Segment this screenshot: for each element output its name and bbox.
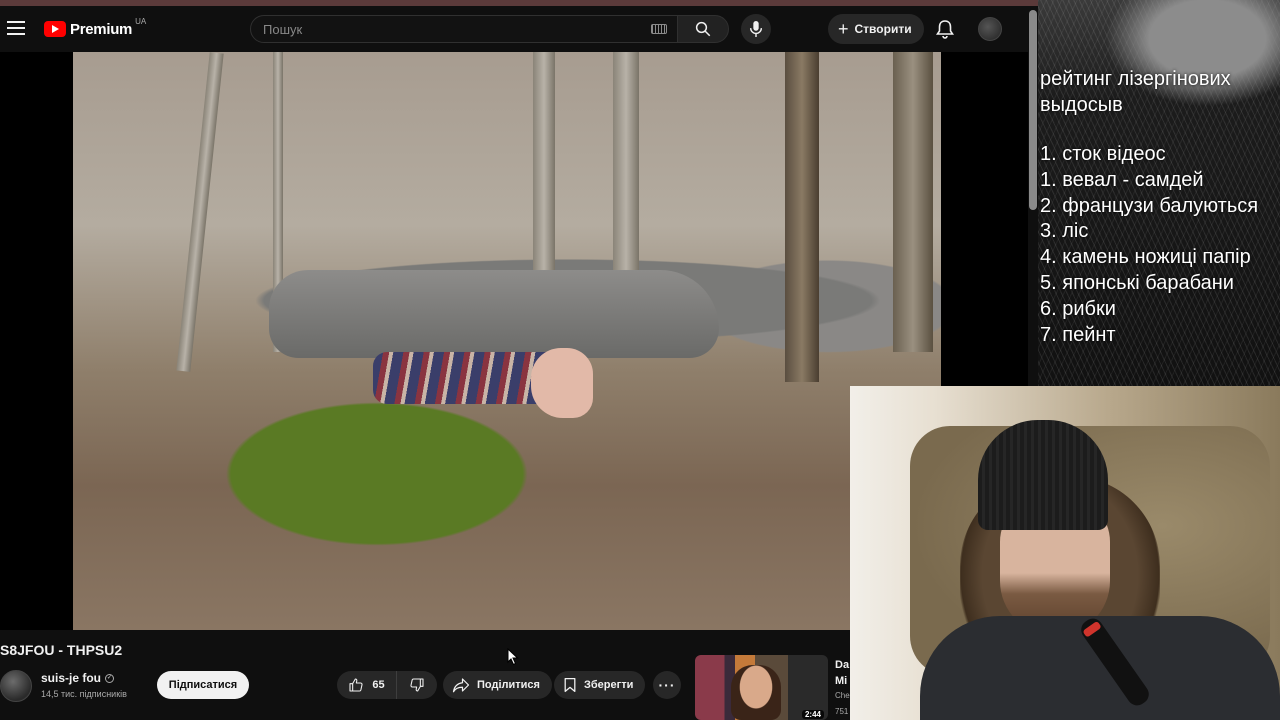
recommended-video-title[interactable]: Da Mi [835,657,850,689]
thumbs-down-icon [410,678,424,692]
ranking-item: 3. ліс [1040,220,1089,243]
bell-icon [936,20,954,39]
account-avatar[interactable] [978,17,1002,41]
ranking-item: 6. рибки [1040,297,1116,320]
ranking-list: 1. сток відеос 1. вевал - самдей 2. фран… [1040,142,1258,348]
mic-icon [749,21,763,37]
keyboard-icon[interactable] [651,24,667,34]
logo-text: Premium [70,20,133,38]
ranking-overlay: рейтинг лізергінових выдосыв 1. сток від… [1038,0,1280,386]
save-button[interactable]: Зберегти [554,671,646,699]
search-input[interactable] [251,21,651,37]
ranking-item: 2. французи балуються [1040,194,1259,217]
masthead: Premium UA + Створити [0,6,1028,52]
plus-icon: + [838,19,849,39]
like-dislike-group: 65 [337,671,437,699]
search-box [250,15,678,43]
video-duration: 2:44 [801,710,824,719]
create-button[interactable]: + Створити [828,14,924,44]
subscribe-button[interactable]: Підписатися [157,671,249,699]
app-root: Premium UA + Створити [0,0,1280,720]
thumbnail-person [731,665,781,720]
voice-search-button[interactable] [741,14,771,44]
video-frame[interactable] [73,52,941,630]
save-label: Зберегти [584,679,634,691]
hamburger-icon[interactable] [6,18,26,38]
video-title: S8JFOU - THPSU2 [0,642,123,658]
recommended-video-meta: Che 751 [835,691,850,716]
share-icon [452,678,470,693]
recommended-video-thumbnail[interactable]: 2:44 [695,655,828,720]
bookmark-icon [564,677,576,693]
ranking-item: 5. японські барабани [1040,271,1234,294]
dislike-button[interactable] [397,671,437,699]
youtube-play-icon [44,21,66,37]
youtube-logo[interactable]: Premium UA [44,16,147,39]
channel-name-link[interactable]: suis-je fou ✓ [41,671,115,685]
page-scrollbar[interactable] [1029,10,1037,210]
verified-icon: ✓ [105,673,115,683]
more-horizontal-icon: ··· [658,677,676,693]
webcam-beanie [978,420,1108,530]
thumbs-up-icon [349,678,363,692]
tree-trunk [613,52,639,292]
tree-trunk [176,52,224,372]
like-button[interactable]: 65 [337,671,397,699]
search-button[interactable] [677,15,729,43]
like-count: 65 [372,679,385,691]
search-icon [695,21,711,37]
create-label: Створити [854,22,912,36]
share-button[interactable]: Поділитися [443,671,552,699]
subscriber-count: 14,5 тис. підписників [41,689,127,699]
ranking-item: 7. пейнт [1040,323,1116,346]
tree-trunk [785,52,819,382]
logo-country-code: UA [135,16,147,26]
channel-avatar[interactable] [0,670,32,702]
ranking-item: 1. вевал - самдей [1040,168,1204,191]
notifications-button[interactable] [932,16,958,42]
hand [531,348,593,418]
channel-name: suis-je fou [41,671,102,685]
overlay-title: рейтинг лізергінових выдосыв [1040,68,1231,116]
share-label: Поділитися [477,679,540,691]
stone-slab [269,270,719,358]
webcam-overlay [850,386,1280,720]
tree-trunk [893,52,933,352]
more-actions-button[interactable]: ··· [653,671,681,699]
ranking-item: 4. камень ножиці папір [1040,246,1251,269]
ranking-item: 1. сток відеос [1040,143,1166,165]
